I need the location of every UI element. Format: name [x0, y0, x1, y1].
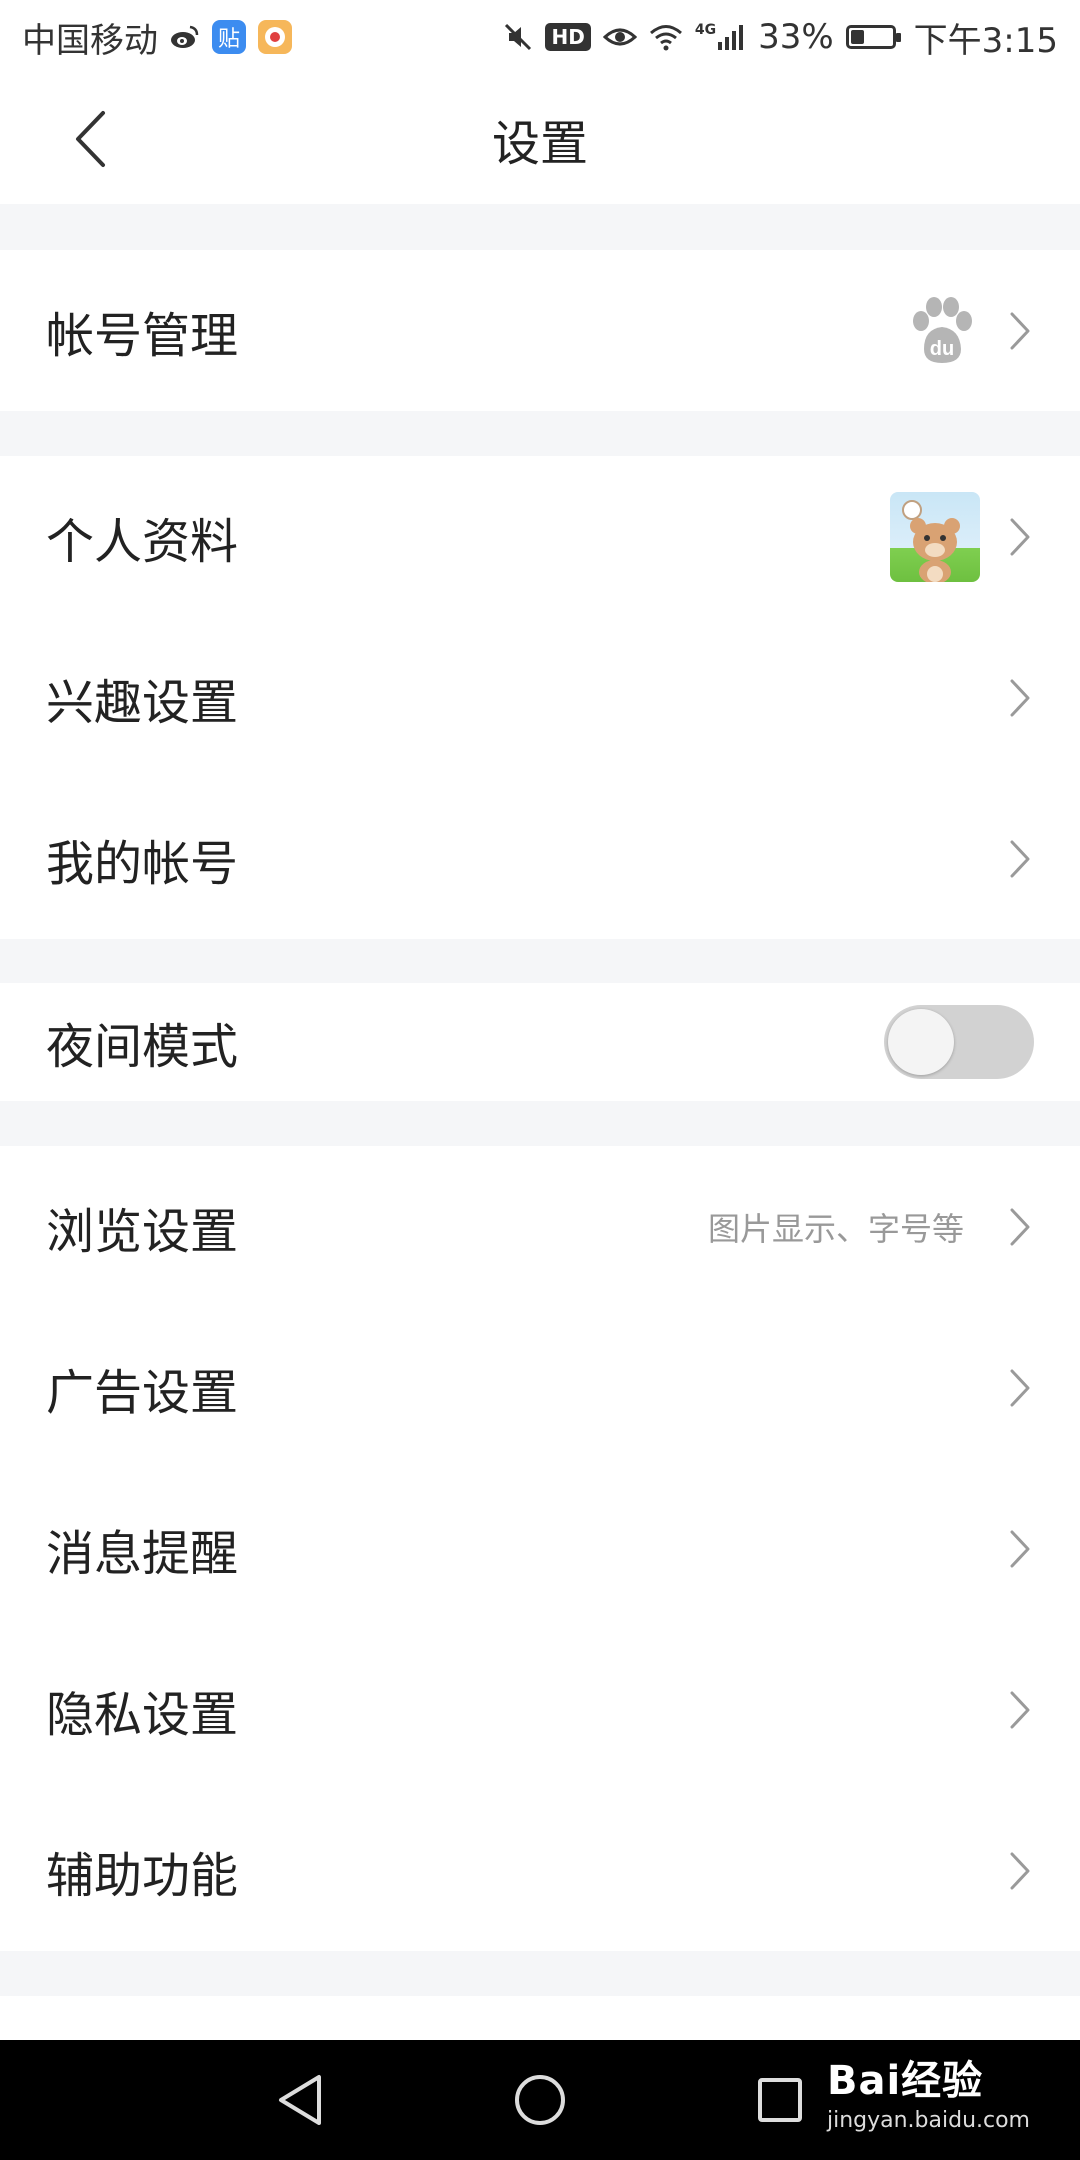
- row-right: [1006, 674, 1034, 722]
- signal-icon: 4G: [695, 22, 746, 52]
- row-label: 我的帐号: [46, 835, 239, 892]
- baidu-paw-icon: du: [913, 296, 972, 363]
- wifi-icon: [649, 23, 683, 51]
- clock: 下午3:15: [913, 20, 1058, 61]
- section-night-mode: 夜间模式: [0, 983, 1080, 1101]
- nav-back-button[interactable]: [260, 2062, 340, 2138]
- baidu-jingyan-watermark: Bai经验 jingyan.baidu.com: [827, 2048, 1030, 2133]
- row-right: [1006, 1525, 1034, 1573]
- row-right: [1006, 835, 1034, 883]
- row-label: 消息提醒: [46, 1525, 239, 1582]
- battery-level: [850, 30, 864, 44]
- section-partial: [0, 1996, 1080, 2040]
- chevron-right-icon: [1006, 1686, 1034, 1734]
- status-bar: 中国移动 贴 HD 4G 33% 下午3:15: [0, 0, 1080, 74]
- nav-recents-button[interactable]: [740, 2062, 820, 2138]
- mute-icon: [503, 22, 533, 52]
- row-label: 广告设置: [46, 1364, 239, 1421]
- app-header: 设置: [0, 74, 1080, 204]
- row-right: [1006, 1686, 1034, 1734]
- hd-icon: HD: [545, 23, 591, 51]
- row-interest-settings[interactable]: 兴趣设置: [0, 617, 1080, 778]
- chevron-left-icon: [76, 111, 105, 167]
- battery-icon: [845, 25, 901, 49]
- row-account-management[interactable]: 帐号管理 du: [0, 250, 1080, 411]
- night-mode-toggle[interactable]: [884, 1005, 1034, 1079]
- chevron-right-icon: [1006, 1525, 1034, 1573]
- tieba-icon: 贴: [212, 20, 246, 54]
- row-accessibility[interactable]: 辅助功能: [0, 1790, 1080, 1951]
- cartoon-app-icon: [258, 20, 292, 54]
- status-bar-left: 中国移动 贴: [22, 13, 292, 62]
- row-right: [890, 491, 1034, 582]
- toggle-knob: [888, 1009, 954, 1075]
- row-label: 个人资料: [46, 513, 239, 570]
- row-label: 帐号管理: [46, 307, 239, 364]
- paw-text: du: [930, 338, 954, 360]
- back-button[interactable]: [60, 106, 120, 172]
- row-ad-settings[interactable]: 广告设置: [0, 1307, 1080, 1468]
- row-label: 夜间模式: [46, 1019, 239, 1075]
- row-message-reminder[interactable]: 消息提醒: [0, 1468, 1080, 1629]
- chevron-right-icon: [1006, 835, 1034, 883]
- section-general: 浏览设置 图片显示、字号等 广告设置 消息提醒 隐私设置 辅助功能: [0, 1146, 1080, 1951]
- system-nav-bar: Bai经验 jingyan.baidu.com: [0, 2040, 1080, 2160]
- row-label: 浏览设置: [46, 1203, 239, 1260]
- row-label: 隐私设置: [46, 1686, 239, 1743]
- row-right: 图片显示、字号等: [708, 1203, 1034, 1251]
- row-browse-settings[interactable]: 浏览设置 图片显示、字号等: [0, 1146, 1080, 1307]
- watermark-main: Bai经验: [826, 2058, 984, 2104]
- weibo-icon: [170, 24, 200, 50]
- section-account: 帐号管理 du: [0, 250, 1080, 411]
- chevron-right-icon: [1006, 674, 1034, 722]
- battery-percent: 33%: [758, 17, 834, 57]
- chevron-right-icon: [1006, 1203, 1034, 1251]
- row-label: 兴趣设置: [46, 674, 239, 731]
- row-night-mode: 夜间模式: [0, 983, 1080, 1101]
- avatar: [890, 491, 980, 582]
- row-label: 辅助功能: [46, 1847, 239, 1904]
- home-circle-icon: [515, 2075, 565, 2125]
- watermark-url: jingyan.baidu.com: [826, 2108, 1030, 2133]
- tieba-badge-text: 贴: [217, 27, 240, 52]
- row-right: [1006, 1847, 1034, 1895]
- row-right: [1006, 1364, 1034, 1412]
- bear-avatar-icon: [902, 499, 960, 582]
- nav-home-button[interactable]: [500, 2062, 580, 2138]
- chevron-right-icon: [1006, 1364, 1034, 1412]
- row-personal-info[interactable]: 个人资料: [0, 456, 1080, 617]
- network-label: 4G: [694, 22, 717, 38]
- row-right: du: [904, 293, 1034, 369]
- chevron-right-icon: [1006, 1847, 1034, 1895]
- page-title: 设置: [491, 116, 588, 172]
- back-triangle-icon: [279, 2075, 321, 2125]
- carrier-name: 中国移动: [22, 20, 158, 61]
- recents-square-icon: [758, 2078, 802, 2122]
- row-my-account[interactable]: 我的帐号: [0, 778, 1080, 939]
- row-privacy-settings[interactable]: 隐私设置: [0, 1629, 1080, 1790]
- chevron-right-icon: [1006, 307, 1034, 355]
- status-bar-right: HD 4G 33% 下午3:15: [503, 13, 1058, 62]
- eye-comfort-icon: [602, 25, 637, 49]
- chevron-right-icon: [1006, 513, 1034, 561]
- browse-settings-hint: 图片显示、字号等: [707, 1209, 964, 1248]
- section-profile: 个人资料 兴趣设置 我的帐号: [0, 456, 1080, 939]
